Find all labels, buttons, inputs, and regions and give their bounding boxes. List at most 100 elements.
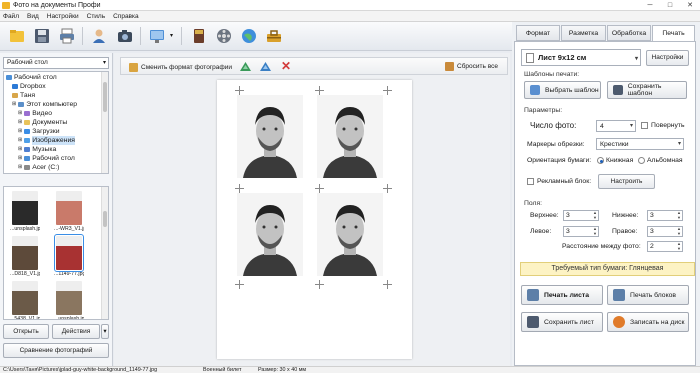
photo-thumbnail[interactable]: ...5438_V1.jpg: [10, 281, 40, 319]
expand-icon[interactable]: ⊞: [18, 145, 22, 154]
reset-all-button[interactable]: Сбросить все: [445, 60, 507, 73]
folder-dropdown[interactable]: Рабочий стол ▾: [3, 57, 109, 69]
tab-format[interactable]: Формат: [516, 25, 560, 41]
photo-thumbnail[interactable]: ...unsplash.jpg: [54, 281, 84, 319]
expand-icon[interactable]: ⊞: [18, 154, 22, 163]
spacing-input[interactable]: 2 ▲ ▼: [647, 241, 683, 252]
change-format-button[interactable]: Сменить формат фотографии: [129, 61, 233, 73]
save-template-button[interactable]: Сохранить шаблон: [607, 81, 687, 99]
spin-arrows-icon[interactable]: ▲ ▼: [593, 226, 597, 236]
tab-layout[interactable]: Разметка: [561, 25, 606, 41]
close-button[interactable]: ✕: [680, 0, 700, 11]
actions-button[interactable]: Действия: [52, 324, 100, 339]
menu-settings[interactable]: Настройки: [47, 13, 79, 20]
photo-count-dropdown[interactable]: 4 ▾: [596, 120, 636, 132]
rotate-right-icon[interactable]: [259, 60, 272, 73]
folder-icon: [24, 147, 31, 152]
right-margin-label: Правое:: [612, 228, 638, 235]
tree-item[interactable]: Dropbox: [12, 82, 46, 91]
menu-file[interactable]: Файл: [3, 13, 19, 20]
tree-item[interactable]: ⊞ Музыка: [18, 145, 56, 154]
top-margin-input[interactable]: 3 ▲ ▼: [563, 210, 599, 221]
scrollbar-thumb[interactable]: [103, 82, 107, 112]
rotate-checkbox-box[interactable]: [641, 122, 648, 129]
passport-photo[interactable]: [237, 193, 303, 276]
photo-thumbnail[interactable]: ...D818_V1.jpg: [10, 236, 40, 277]
folder-icon: [6, 75, 12, 80]
settings-button[interactable]: Настройки: [646, 50, 689, 66]
scrollbar[interactable]: [101, 72, 108, 173]
user-photo-icon[interactable]: [88, 25, 110, 47]
tab-print[interactable]: Печать: [652, 25, 695, 42]
expand-icon[interactable]: ⊞: [18, 109, 22, 118]
minimize-button[interactable]: ─: [640, 0, 660, 11]
chevron-down-icon[interactable]: ▾: [170, 32, 173, 39]
choose-template-button[interactable]: Выбрать шаблон: [524, 81, 601, 99]
tree-item[interactable]: ⊞ Документы: [18, 118, 67, 127]
tree-item[interactable]: Таня: [12, 91, 35, 100]
passport-photo[interactable]: [237, 95, 303, 178]
cut-markers-dropdown[interactable]: Крестики ▾: [596, 138, 684, 150]
rotate-left-icon[interactable]: [239, 60, 252, 73]
radio-selected[interactable]: [597, 157, 604, 164]
scrollbar-thumb[interactable]: [103, 211, 107, 227]
expand-icon[interactable]: ⊞: [12, 100, 16, 109]
left-margin-input[interactable]: 3 ▲ ▼: [563, 226, 599, 237]
print-blocks-button[interactable]: Печать блоков: [607, 285, 689, 305]
menu-style[interactable]: Стиль: [87, 13, 105, 20]
tree-item[interactable]: ⊞ Рабочий стол: [18, 154, 75, 163]
photo-thumbnail[interactable]: ...1149-77.jpg: [54, 234, 84, 277]
maximize-button[interactable]: □: [660, 0, 680, 11]
open-folder-icon[interactable]: [6, 25, 28, 47]
app-icon: [2, 2, 10, 9]
write-disk-button[interactable]: Записать на диск: [607, 312, 689, 332]
book-icon[interactable]: [188, 25, 210, 47]
tree-item[interactable]: ⊞ Этот компьютер: [12, 100, 77, 109]
radio-unselected[interactable]: [638, 157, 645, 164]
tab-processing[interactable]: Обработка: [607, 25, 651, 41]
spin-arrows-icon[interactable]: ▲ ▼: [593, 210, 597, 220]
spin-arrows-icon[interactable]: ▲ ▼: [677, 210, 681, 220]
camera-icon[interactable]: [114, 25, 136, 47]
menu-help[interactable]: Справка: [113, 13, 139, 20]
delete-icon[interactable]: ✕: [279, 59, 293, 73]
actions-dropdown-button[interactable]: ▾: [101, 324, 109, 339]
bottom-margin-input[interactable]: 3 ▲ ▼: [647, 210, 683, 221]
passport-photo[interactable]: [317, 95, 383, 178]
orientation-landscape-radio[interactable]: Альбомная: [638, 157, 683, 164]
ad-block-checkbox[interactable]: Рекламный блок:: [527, 178, 591, 185]
toolbox-icon[interactable]: [263, 25, 285, 47]
spin-arrows-icon[interactable]: ▲ ▼: [677, 226, 681, 236]
print-sheet-button[interactable]: Печать листа: [521, 285, 603, 305]
menu-view[interactable]: Вид: [27, 13, 39, 20]
orientation-portrait-radio[interactable]: Книжная: [597, 157, 633, 164]
thumbnail-image: [12, 281, 38, 315]
ad-block-settings-button[interactable]: Настроить: [598, 174, 655, 189]
print-icon[interactable]: [56, 25, 78, 47]
save-icon[interactable]: [31, 25, 53, 47]
monitor-icon[interactable]: [146, 25, 168, 47]
expand-icon[interactable]: ⊞: [18, 136, 22, 145]
sheet-size-dropdown[interactable]: Лист 9x12 см ▾: [521, 49, 641, 66]
tree-item[interactable]: ⊞ Видео: [18, 109, 52, 118]
ad-block-checkbox-box[interactable]: [527, 178, 534, 185]
globe-icon[interactable]: [238, 25, 260, 47]
passport-photo[interactable]: [317, 193, 383, 276]
open-button[interactable]: Открыть: [3, 324, 49, 339]
scrollbar[interactable]: [101, 187, 108, 319]
expand-icon[interactable]: ⊞: [18, 127, 22, 136]
expand-icon[interactable]: ⊞: [18, 163, 22, 172]
rotate-checkbox[interactable]: Повернуть: [641, 122, 685, 129]
save-sheet-button[interactable]: Сохранить лист: [521, 312, 603, 332]
tree-item[interactable]: ⊞ Изображения: [18, 136, 75, 145]
tree-item[interactable]: ⊞ Загрузки: [18, 127, 60, 136]
photo-thumbnail[interactable]: ...-WR3_V1.jpg: [54, 191, 84, 232]
compare-photos-button[interactable]: Сравнение фотографий: [3, 343, 109, 358]
tree-item[interactable]: Рабочий стол: [6, 73, 57, 82]
tree-item[interactable]: ⊞ Acer (C:): [18, 163, 59, 172]
film-reel-icon[interactable]: [213, 25, 235, 47]
expand-icon[interactable]: ⊞: [18, 118, 22, 127]
right-margin-input[interactable]: 3 ▲ ▼: [647, 226, 683, 237]
spin-arrows-icon[interactable]: ▲ ▼: [677, 241, 681, 251]
photo-thumbnail[interactable]: ...unsplash.jpg: [10, 191, 40, 232]
